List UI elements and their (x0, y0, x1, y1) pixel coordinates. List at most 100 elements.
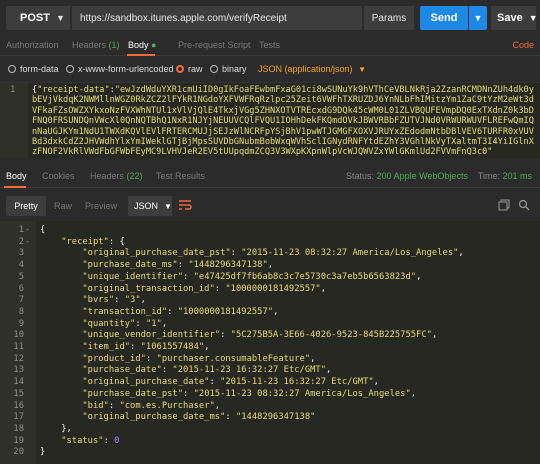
response-format-label: JSON (134, 201, 159, 211)
tab-test-results[interactable]: Test Results (156, 171, 205, 181)
json-value: "3" (124, 295, 141, 306)
colon: : (177, 260, 189, 271)
json-key: "unique_vendor_identifier" (82, 330, 221, 341)
view-raw-button[interactable]: Raw (46, 196, 80, 216)
radio-raw[interactable]: raw (176, 64, 203, 74)
response-headers-count: (22) (126, 171, 143, 181)
status-value: 200 Apple WebObjects (376, 171, 468, 181)
tab-headers-label: Headers (72, 40, 107, 50)
radio-form-data[interactable]: form-data (8, 64, 59, 74)
punctuation: { (40, 225, 46, 235)
view-preview-button[interactable]: Preview (80, 196, 122, 216)
tab-response-body[interactable]: Body (6, 171, 27, 181)
json-value: "2015-11-23 16:32:27 Etc/GMT" (220, 377, 374, 388)
punctuation: , (326, 365, 332, 376)
tab-authorization[interactable]: Authorization (6, 40, 59, 50)
punctuation: , (214, 400, 221, 411)
code-link[interactable]: Code (512, 40, 534, 50)
punctuation: : { (108, 236, 125, 247)
tab-prerequest-script[interactable]: Pre-request Script (178, 40, 251, 50)
json-key: "receipt" (61, 236, 109, 247)
punctuation: , (204, 342, 210, 352)
colon: : (209, 377, 221, 388)
radio-binary-label: binary (222, 64, 247, 74)
fold-toggle-icon[interactable]: - (25, 237, 30, 247)
punctuation: }, (61, 423, 72, 434)
json-key: "original_transaction_id" (82, 283, 215, 294)
method-label: POST (20, 12, 50, 24)
tab-response-headers[interactable]: Headers (22) (90, 171, 143, 181)
wrap-lines-icon[interactable] (178, 198, 192, 212)
response-body-editor[interactable]: 1-{2- "receipt": {3 "original_purchase_d… (0, 221, 540, 464)
punctuation: , (320, 283, 327, 294)
radio-binary[interactable]: binary (210, 64, 247, 74)
params-button[interactable]: Params (364, 6, 414, 30)
search-icon[interactable] (518, 199, 530, 211)
json-value: "e47425df7fb6ab8c3c7e5730c3a7eb5b6563823… (193, 271, 417, 282)
code-line: 5 "unique_identifier": "e47425df7fb6ab8c… (0, 272, 540, 284)
code-line: 8 "transaction_id": "1000000181492557", (0, 307, 540, 319)
code-text: "original_purchase_date_ms": "1448296347… (40, 412, 315, 422)
content-type-select[interactable]: JSON (application/json) ▼ (258, 64, 366, 74)
view-pretty-button[interactable]: Pretty (6, 196, 46, 216)
code-line: 7 "bvrs": "3", (0, 295, 540, 307)
tab-cookies[interactable]: Cookies (42, 171, 75, 181)
code-text: "unique_identifier": "e47425df7fb6ab8c3c… (40, 272, 421, 282)
code-text: "purchase_date_ms": "1448296347138", (40, 260, 273, 270)
request-body-editor[interactable]: 1 {"receipt-data":"ewJzdWduYXR1cmUiID0gI… (0, 82, 540, 158)
save-button[interactable]: Save ▼ (491, 6, 538, 30)
send-button[interactable]: Send (420, 6, 468, 30)
method-select[interactable]: POST ▼ (6, 6, 70, 30)
json-key: "bid" (82, 400, 109, 411)
line-number: 1 (18, 225, 24, 235)
send-options-button[interactable]: ▼ (469, 6, 487, 30)
tab-headers[interactable]: Headers (1) (72, 40, 120, 50)
chevron-down-icon: ▼ (358, 65, 366, 74)
code-line: 17 "original_purchase_date_ms": "1448296… (0, 412, 540, 424)
line-number: 17 (13, 412, 24, 423)
code-line: 18 }, (0, 424, 540, 436)
radio-circle-icon (210, 65, 218, 73)
code-line: 6 "original_transaction_id": "1000000181… (0, 284, 540, 296)
tab-tests[interactable]: Tests (259, 40, 280, 50)
punctuation: , (267, 260, 274, 271)
tab-body[interactable]: Body ● (128, 40, 156, 50)
json-key: "original_purchase_date" (82, 377, 210, 388)
code-text: }, (40, 424, 72, 434)
json-value: "com.es.Purchaser" (119, 400, 215, 411)
line-number: 7 (18, 295, 24, 306)
headers-count: (1) (108, 40, 120, 50)
json-key: "unique_identifier" (82, 271, 184, 282)
response-format-select[interactable]: JSON ▼ (128, 196, 172, 216)
code-text: "item_id": "1061557484", (40, 342, 210, 352)
chevron-down-icon: ▼ (164, 201, 172, 211)
radio-form-data-label: form-data (20, 64, 59, 74)
colon: : (145, 353, 157, 364)
colon: : (183, 271, 194, 282)
radio-x-www-form-urlencoded[interactable]: x-www-form-urlencoded (66, 64, 174, 74)
status-label: Status: (346, 171, 375, 181)
json-value: 0 (114, 435, 120, 446)
line-number: 13 (13, 365, 24, 376)
json-value: "2015-11-23 08:32:27 America/Los_Angeles… (241, 248, 459, 259)
fold-toggle-icon[interactable]: - (25, 225, 30, 235)
url-input[interactable]: https://sandbox.itunes.apple.com/verifyR… (72, 6, 362, 30)
json-value: "1000000181492557" (225, 283, 321, 294)
json-value: "5C275B5A-3E66-4026-9523-845B225755FC" (230, 330, 432, 341)
line-number: 6 (18, 283, 24, 294)
active-response-tab-indicator (4, 186, 26, 188)
tab-response-headers-label: Headers (90, 171, 125, 181)
colon: : (225, 412, 236, 423)
copy-icon[interactable] (498, 199, 510, 211)
json-key: "item_id" (82, 342, 131, 352)
